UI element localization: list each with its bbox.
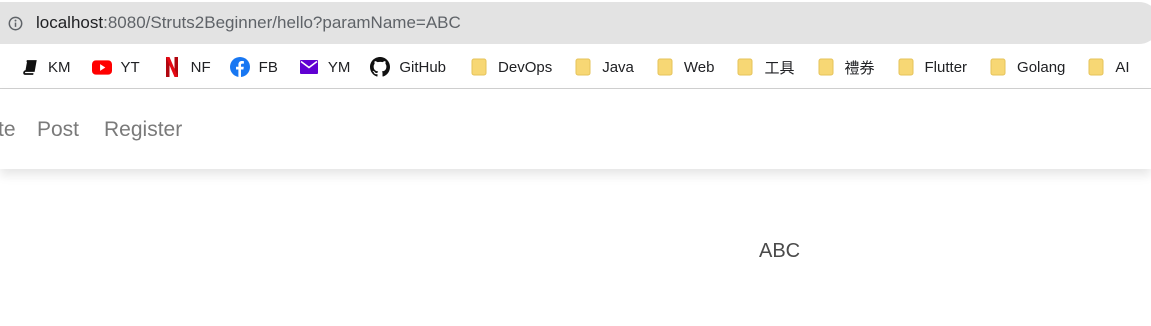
bookmark-label: FB: [258, 58, 278, 76]
bookmark-label: 禮券: [844, 59, 875, 77]
bookmark-folder-ai[interactable]: AI: [1086, 53, 1130, 81]
netflix-icon: [162, 57, 182, 77]
info-icon[interactable]: [8, 16, 23, 31]
bookmark-ym[interactable]: YM: [299, 53, 351, 81]
bookmark-label: YT: [120, 58, 140, 76]
bookmark-label: 工具: [764, 59, 795, 77]
folder-icon: [988, 57, 1008, 77]
site-navbar: te Post Register: [0, 89, 1151, 169]
bookmark-folder-vouchers[interactable]: 禮券: [816, 53, 875, 81]
bookmark-label: Flutter: [924, 58, 968, 76]
bookmark-label: AI: [1115, 58, 1130, 76]
bookmark-fb[interactable]: FB: [229, 53, 278, 81]
folder-icon: [735, 57, 755, 77]
bookmark-folder-golang[interactable]: Golang: [988, 53, 1065, 81]
nav-link-partial[interactable]: te: [0, 118, 16, 142]
github-icon: [370, 57, 391, 77]
folder-icon: [655, 57, 675, 77]
url-text[interactable]: localhost:8080/Struts2Beginner/hello?par…: [36, 13, 461, 33]
bookmark-label: KM: [48, 58, 71, 76]
bookmarks-bar: KM YT NF FB YM GitHub DevOps Java Web 工具…: [0, 47, 1151, 87]
bookmark-github[interactable]: GitHub: [370, 53, 446, 81]
url-host: localhost: [36, 13, 104, 32]
facebook-icon: [229, 57, 250, 77]
bookmark-yt[interactable]: YT: [91, 53, 140, 81]
bookmark-folder-flutter[interactable]: Flutter: [896, 53, 968, 81]
bookmark-label: NF: [190, 58, 211, 76]
bookmark-label: Web: [683, 58, 715, 76]
bookmark-folder-java[interactable]: Java: [573, 53, 634, 81]
folder-icon: [1086, 57, 1106, 77]
youtube-icon: [91, 57, 112, 77]
bookmark-folder-web[interactable]: Web: [655, 53, 715, 81]
mail-icon: [299, 57, 319, 77]
bookmark-label: Java: [602, 58, 634, 76]
folder-icon: [573, 57, 593, 77]
folder-icon: [896, 57, 916, 77]
nav-link-register[interactable]: Register: [104, 118, 182, 142]
bookmark-label: DevOps: [498, 58, 553, 76]
bookmark-nf[interactable]: NF: [162, 53, 211, 81]
bookmark-folder-tools[interactable]: 工具: [735, 53, 795, 81]
folder-icon: [816, 57, 836, 77]
book-icon: [19, 57, 39, 77]
bookmark-label: GitHub: [399, 58, 447, 76]
bookmark-label: Golang: [1017, 58, 1066, 76]
bookmark-folder-devops[interactable]: DevOps: [469, 53, 552, 81]
bookmark-label: YM: [327, 58, 351, 76]
url-path: :8080/Struts2Beginner/hello?paramName=AB…: [103, 13, 461, 32]
folder-icon: [469, 57, 489, 77]
bookmark-km[interactable]: KM: [19, 53, 71, 81]
param-value-text: ABC: [759, 240, 801, 262]
nav-link-post[interactable]: Post: [37, 118, 79, 142]
address-bar[interactable]: localhost:8080/Struts2Beginner/hello?par…: [0, 2, 1151, 44]
